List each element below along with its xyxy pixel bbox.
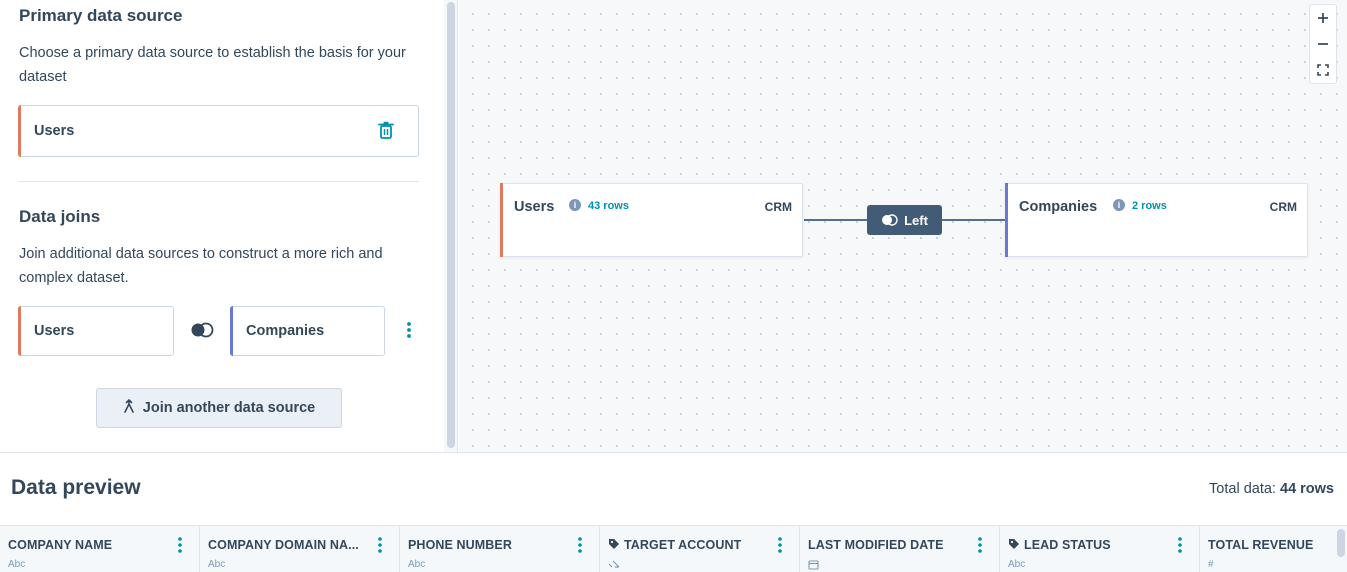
companies-node-title: Companies xyxy=(1019,199,1098,215)
fit-view-button[interactable] xyxy=(1310,57,1336,83)
total-data-value: 44 rows xyxy=(1280,481,1334,497)
companies-accent-bar xyxy=(230,306,233,356)
tag-icon xyxy=(1009,539,1019,549)
join-connector-left xyxy=(804,219,867,221)
users-row-count: 43 rows xyxy=(588,200,629,212)
table-scrollbar[interactable] xyxy=(1335,527,1347,572)
preview-table-header: COMPANY NAME Abc COMPANY DOMAIN NA... Ab… xyxy=(0,525,1347,572)
trash-icon[interactable] xyxy=(378,121,396,141)
companies-row-count: 2 rows xyxy=(1132,200,1167,212)
column-type: Abc xyxy=(408,559,426,570)
companies-source-type: CRM xyxy=(1269,200,1297,214)
column-name: COMPANY DOMAIN NA... xyxy=(208,538,359,552)
column-menu-kebab-icon[interactable] xyxy=(375,536,385,554)
column-header[interactable]: TARGET ACCOUNT xyxy=(600,526,800,572)
column-menu-kebab-icon[interactable] xyxy=(575,536,585,554)
users-accent-bar xyxy=(18,306,21,356)
boolean-type-icon xyxy=(608,559,620,572)
plus-icon xyxy=(1318,13,1328,23)
column-header[interactable]: COMPANY NAME Abc xyxy=(0,526,200,572)
users-accent-bar xyxy=(500,183,503,257)
column-header[interactable]: COMPANY DOMAIN NA... Abc xyxy=(200,526,400,572)
companies-accent-bar xyxy=(1005,183,1008,257)
join-diagram-canvas[interactable]: Users i 43 rows CRM Left Companies i 2 r… xyxy=(459,0,1347,452)
users-accent-bar xyxy=(18,105,21,157)
primary-source-description: Choose a primary data source to establis… xyxy=(19,45,406,85)
primary-source-label: Users xyxy=(34,123,75,139)
join-type-label: Left xyxy=(904,212,928,228)
column-type: Abc xyxy=(208,559,226,570)
column-name: PHONE NUMBER xyxy=(408,538,512,552)
total-data-label: Total data: xyxy=(1209,481,1276,497)
column-header[interactable]: LAST MODIFIED DATE xyxy=(800,526,1000,572)
join-another-data-source-button[interactable]: Join another data source xyxy=(96,388,342,428)
column-menu-kebab-icon[interactable] xyxy=(775,536,785,554)
join-left-source-label: Users xyxy=(34,323,75,339)
data-preview-title: Data preview xyxy=(11,476,141,499)
merge-icon xyxy=(123,399,143,417)
column-name-text: LEAD STATUS xyxy=(1024,538,1111,552)
join-type-button[interactable]: Left xyxy=(867,205,942,235)
users-node-title: Users xyxy=(514,199,555,215)
info-icon[interactable]: i xyxy=(1113,199,1125,211)
join-right-source-card[interactable]: Companies xyxy=(230,306,385,356)
total-data-summary: Total data: 44 rows xyxy=(1209,481,1334,497)
tag-icon xyxy=(609,539,619,549)
column-header[interactable]: LEAD STATUS Abc xyxy=(1000,526,1200,572)
column-type: Abc xyxy=(8,559,26,570)
column-name: LEAD STATUS xyxy=(1008,538,1111,552)
users-node[interactable]: Users i 43 rows CRM xyxy=(500,183,803,257)
zoom-in-button[interactable] xyxy=(1310,5,1336,31)
column-header[interactable]: TOTAL REVENUE # xyxy=(1200,526,1335,572)
column-header[interactable]: PHONE NUMBER Abc xyxy=(400,526,600,572)
primary-source-title: Primary data source xyxy=(19,6,183,25)
users-source-type: CRM xyxy=(764,200,792,214)
column-name: TOTAL REVENUE xyxy=(1208,538,1314,552)
data-joins-description: Join additional data sources to construc… xyxy=(19,246,383,286)
primary-source-card[interactable]: Users xyxy=(18,105,419,157)
join-left-source-card[interactable]: Users xyxy=(18,306,174,356)
column-menu-kebab-icon[interactable] xyxy=(975,536,985,554)
join-connector-right xyxy=(942,219,1005,221)
join-options-kebab-icon[interactable] xyxy=(401,320,417,340)
left-join-icon[interactable] xyxy=(190,322,214,338)
left-join-icon xyxy=(882,214,898,226)
join-right-source-label: Companies xyxy=(246,323,325,339)
minus-icon xyxy=(1318,43,1328,45)
zoom-controls xyxy=(1309,4,1337,84)
column-type: Abc xyxy=(1008,559,1026,570)
info-icon[interactable]: i xyxy=(569,199,581,211)
companies-node[interactable]: Companies i 2 rows CRM xyxy=(1005,183,1308,257)
column-name: LAST MODIFIED DATE xyxy=(808,538,944,552)
column-name-text: TARGET ACCOUNT xyxy=(624,538,742,552)
zoom-out-button[interactable] xyxy=(1310,31,1336,57)
column-name: TARGET ACCOUNT xyxy=(608,538,741,552)
preview-divider xyxy=(0,452,1347,453)
fit-screen-icon xyxy=(1317,64,1329,76)
column-menu-kebab-icon[interactable] xyxy=(1175,536,1185,554)
calendar-icon xyxy=(808,559,819,572)
column-menu-kebab-icon[interactable] xyxy=(175,536,185,554)
section-divider xyxy=(19,181,419,182)
column-type: # xyxy=(1208,559,1214,570)
left-panel-scroll-thumb[interactable] xyxy=(447,2,455,448)
left-panel-scrollbar[interactable] xyxy=(444,0,458,452)
data-joins-title: Data joins xyxy=(19,207,101,226)
join-another-label: Join another data source xyxy=(142,400,316,416)
table-scroll-thumb[interactable] xyxy=(1337,529,1345,557)
data-source-panel: Primary data source Choose a primary dat… xyxy=(0,0,444,452)
column-name: COMPANY NAME xyxy=(8,538,113,552)
